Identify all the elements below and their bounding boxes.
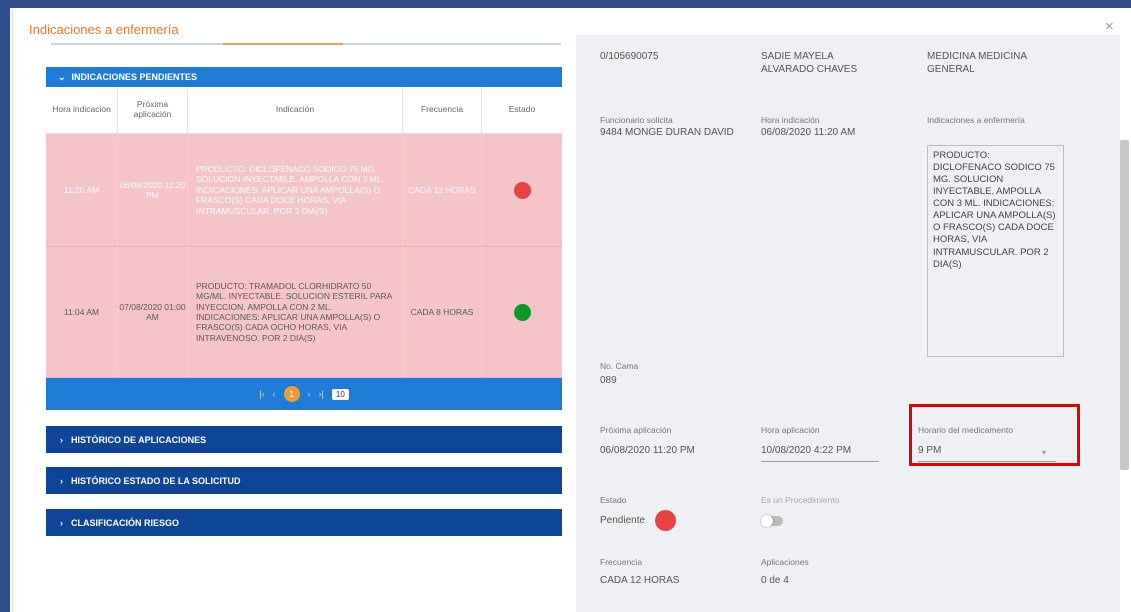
cell-proxima: 06/08/2020 11:20 PM	[118, 134, 188, 246]
pagination: |‹ ‹ 1 › ›| 10	[46, 378, 562, 410]
page-number-button[interactable]: 1	[283, 386, 300, 402]
hora-aplicacion-label: Hora aplicación	[761, 425, 820, 435]
chevron-right-icon: ›	[60, 434, 63, 445]
cell-frecuencia: CADA 12 HORAS	[403, 134, 482, 246]
first-page-button[interactable]: |‹	[259, 389, 264, 399]
service-name: MEDICINA MEDICINA GENERAL	[927, 51, 1027, 75]
hora-aplicacion-input[interactable]: 10/08/2020 4:22 PM	[761, 445, 851, 458]
col-hora-indicacion[interactable]: Hora indicación	[46, 87, 118, 133]
table-row[interactable]: 11:04 AM 07/08/2020 01:00 AM PRODUCTO: T…	[46, 247, 562, 378]
pending-indications-title: INDICACIONES PENDIENTES	[71, 72, 198, 82]
highlight-box	[909, 404, 1080, 466]
close-icon[interactable]: ×	[1105, 18, 1114, 35]
prev-page-button[interactable]: ‹	[273, 389, 276, 399]
accordion-label: HISTÓRICO ESTADO DE LA SOLICITUD	[71, 475, 241, 486]
chevron-down-icon: ⌄	[58, 71, 66, 82]
hora-indicacion-label: Hora indicación	[761, 115, 820, 125]
col-proxima-aplicacion[interactable]: Próxima aplicación	[118, 87, 188, 133]
cell-proxima: 07/08/2020 01:00 AM	[118, 247, 188, 377]
indicaciones-enfermeria-textarea[interactable]: PRODUCTO: DICLOFENACO SODICO 75 MG. SOLU…	[927, 145, 1064, 357]
funcionario-label: Funcionario solicita	[600, 115, 673, 125]
estado-value: Pendiente	[600, 515, 646, 526]
title-divider-accent	[223, 43, 343, 45]
cell-estado	[482, 134, 562, 246]
cell-indicacion: PRODUCTO: TRAMADOL CLORHIDRATO 50 MG/ML.…	[188, 247, 403, 377]
pending-indications-header[interactable]: ⌄ INDICACIONES PENDIENTES	[46, 67, 562, 87]
estado-label: Estado	[600, 495, 627, 505]
col-frecuencia[interactable]: Frecuencia	[403, 87, 482, 133]
procedimiento-label: Es un Procedimiento	[761, 495, 840, 505]
last-page-button[interactable]: ›|	[319, 389, 324, 399]
accordion-clasificacion-riesgo[interactable]: › CLASIFICACIÓN RIESGO	[46, 509, 562, 536]
hora-aplicacion-underline	[761, 461, 879, 462]
indicaciones-enfermeria-label: Indicaciones a enfermería	[927, 115, 1025, 125]
accordion-historico-aplicaciones[interactable]: › HISTÓRICO DE APLICACIONES	[46, 426, 562, 453]
scrollbar[interactable]	[1120, 140, 1129, 470]
detail-panel: 0/105690075 SADIE MAYELA ALVARADO CHAVES…	[576, 35, 1120, 612]
proxima-aplicacion-label: Próxima aplicación	[600, 425, 672, 435]
patient-id: 0/105690075	[600, 51, 659, 62]
pending-table: Hora indicación Próxima aplicación Indic…	[46, 87, 562, 378]
patient-name: SADIE MAYELA ALVARADO CHAVES	[761, 51, 858, 75]
accordion-historico-estado[interactable]: › HISTÓRICO ESTADO DE LA SOLICITUD	[46, 467, 562, 494]
cell-hora: 11:20 AM	[46, 134, 118, 246]
status-indicator	[655, 510, 676, 531]
chevron-right-icon: ›	[60, 475, 63, 486]
aplicaciones-label: Aplicaciones	[761, 557, 809, 567]
toggle-knob	[761, 515, 773, 527]
proxima-aplicacion-value: 06/08/2020 11:20 PM	[600, 445, 695, 456]
col-indicacion[interactable]: Indicación	[188, 87, 403, 133]
cell-indicacion: PRODUCTO: DICLOFENACO SODICO 75 MG. SOLU…	[188, 134, 403, 246]
chevron-right-icon: ›	[60, 517, 63, 528]
accordion-label: CLASIFICACIÓN RIESGO	[71, 517, 180, 528]
status-dot-green	[513, 303, 531, 321]
frecuencia-value: CADA 12 HORAS	[600, 575, 680, 586]
table-header: Hora indicación Próxima aplicación Indic…	[46, 87, 562, 134]
accordion-label: HISTÓRICO DE APLICACIONES	[71, 434, 207, 445]
status-dot-red	[513, 181, 531, 199]
frecuencia-label: Frecuencia	[600, 557, 643, 567]
cell-frecuencia: CADA 8 HORAS	[403, 247, 482, 377]
window-frame-left	[0, 0, 10, 612]
page-size-select[interactable]: 10	[331, 388, 349, 400]
window-frame-top	[0, 0, 1131, 8]
pending-indications-panel: ⌄ INDICACIONES PENDIENTES Hora indicació…	[46, 67, 562, 410]
cama-value: 089	[600, 375, 617, 386]
cama-label: No. Cama	[600, 361, 639, 371]
aplicaciones-value: 0 de 4	[761, 575, 789, 586]
col-estado[interactable]: Estado	[482, 87, 562, 133]
cell-estado	[482, 247, 562, 377]
table-row[interactable]: 11:20 AM 06/08/2020 11:20 PM PRODUCTO: D…	[46, 134, 562, 247]
next-page-button[interactable]: ›	[308, 389, 311, 399]
funcionario-value: 9484 MONGE DURAN DAVID	[600, 127, 734, 138]
hora-indicacion-value: 06/08/2020 11:20 AM	[761, 127, 856, 138]
cell-hora: 11:04 AM	[46, 247, 118, 377]
dialog-title: Indicaciones a enfermería	[29, 22, 179, 37]
